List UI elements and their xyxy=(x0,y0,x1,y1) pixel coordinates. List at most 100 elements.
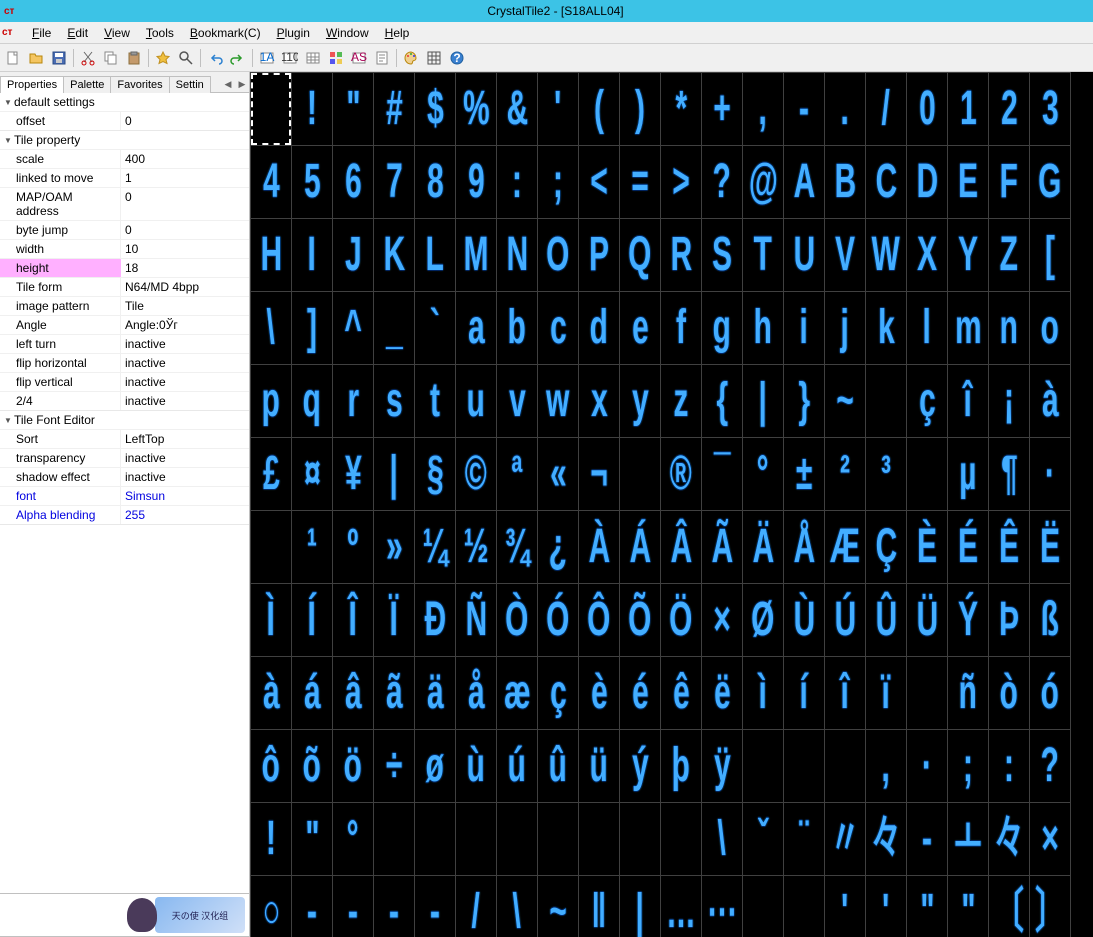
tile-153[interactable]: Ù xyxy=(784,584,824,656)
tile-185[interactable]: ù xyxy=(456,730,496,802)
tile-17[interactable]: 1 xyxy=(948,73,988,145)
tile-43[interactable]: K xyxy=(374,219,414,291)
tile-139[interactable]: Ë xyxy=(1030,511,1070,583)
tile-162[interactable]: â xyxy=(333,657,373,729)
prop-value[interactable]: 18 xyxy=(120,259,249,277)
prop-value[interactable]: 1 xyxy=(120,169,249,187)
tile-26[interactable]: : xyxy=(497,146,537,218)
tile-54[interactable]: V xyxy=(825,219,865,291)
tile-57[interactable]: Y xyxy=(948,219,988,291)
tile-202[interactable]: ° xyxy=(333,803,373,875)
prop-sort[interactable]: SortLeftTop xyxy=(0,429,249,448)
tile-206[interactable] xyxy=(497,803,537,875)
tile-164[interactable]: ä xyxy=(415,657,455,729)
tile-200[interactable]: ! xyxy=(251,803,291,875)
prop-value[interactable]: 255 xyxy=(120,506,249,524)
tile-108[interactable]: ¬ xyxy=(579,438,619,510)
tile-190[interactable]: þ xyxy=(661,730,701,802)
tile-125[interactable]: ½ xyxy=(456,511,496,583)
prop-value[interactable]: LeftTop xyxy=(120,430,249,448)
tile-52[interactable]: T xyxy=(743,219,783,291)
tile-229[interactable]: | xyxy=(620,876,660,937)
tile-166[interactable]: æ xyxy=(497,657,537,729)
tile-146[interactable]: Ò xyxy=(497,584,537,656)
cut-icon[interactable] xyxy=(77,47,99,69)
tile-70[interactable]: f xyxy=(661,292,701,364)
tile-107[interactable]: « xyxy=(538,438,578,510)
tile-5[interactable]: % xyxy=(456,73,496,145)
prop-offset[interactable]: offset0 xyxy=(0,111,249,130)
menu-window[interactable]: Window xyxy=(318,24,377,42)
menu-help[interactable]: Help xyxy=(377,24,418,42)
tile-172[interactable]: ì xyxy=(743,657,783,729)
tile-197[interactable]: ; xyxy=(948,730,988,802)
tile-128[interactable]: À xyxy=(579,511,619,583)
tile-72[interactable]: h xyxy=(743,292,783,364)
tile-160[interactable]: à xyxy=(251,657,291,729)
tile-116[interactable] xyxy=(907,438,947,510)
tile-218[interactable]: 々 xyxy=(989,803,1029,875)
tile-188[interactable]: ü xyxy=(579,730,619,802)
prop-value[interactable]: inactive xyxy=(120,392,249,410)
tile-11[interactable]: + xyxy=(702,73,742,145)
tile-77[interactable]: m xyxy=(948,292,988,364)
tile-45[interactable]: M xyxy=(456,219,496,291)
tile-126[interactable]: ¾ xyxy=(497,511,537,583)
prop-value[interactable]: inactive xyxy=(120,335,249,353)
prop-value[interactable]: Tile xyxy=(120,297,249,315)
tile-220[interactable]: ○ xyxy=(251,876,291,937)
prop-width[interactable]: width10 xyxy=(0,239,249,258)
tile-148[interactable]: Ô xyxy=(579,584,619,656)
tile-179[interactable]: ó xyxy=(1030,657,1070,729)
tile-156[interactable]: Ü xyxy=(907,584,947,656)
tile-100[interactable]: £ xyxy=(251,438,291,510)
save-icon[interactable] xyxy=(48,47,70,69)
tile-69[interactable]: e xyxy=(620,292,660,364)
tile-236[interactable]: " xyxy=(907,876,947,937)
prop-linked-to-move[interactable]: linked to move1 xyxy=(0,168,249,187)
tile-136[interactable]: È xyxy=(907,511,947,583)
tile-109[interactable]: ­ xyxy=(620,438,660,510)
tile-131[interactable]: Ã xyxy=(702,511,742,583)
tile-169[interactable]: é xyxy=(620,657,660,729)
prop-font[interactable]: fontSimsun xyxy=(0,486,249,505)
prop-value[interactable]: 0 xyxy=(120,112,249,130)
tile-24[interactable]: 8 xyxy=(415,146,455,218)
tile-151[interactable]: × xyxy=(702,584,742,656)
tile-83[interactable]: s xyxy=(374,365,414,437)
tile-115[interactable]: ³ xyxy=(866,438,906,510)
tile-127[interactable]: ¿ xyxy=(538,511,578,583)
tile-149[interactable]: Õ xyxy=(620,584,660,656)
tile-icon[interactable] xyxy=(325,47,347,69)
tile-76[interactable]: l xyxy=(907,292,947,364)
tile-129[interactable]: Á xyxy=(620,511,660,583)
tile-178[interactable]: ò xyxy=(989,657,1029,729)
tile-67[interactable]: c xyxy=(538,292,578,364)
tile-173[interactable]: í xyxy=(784,657,824,729)
tile-71[interactable]: g xyxy=(702,292,742,364)
tile-237[interactable]: " xyxy=(948,876,988,937)
tile-219[interactable]: × xyxy=(1030,803,1070,875)
tile-158[interactable]: Þ xyxy=(989,584,1029,656)
tab-scroll-right-icon[interactable]: ▶ xyxy=(235,76,249,92)
tile-58[interactable]: Z xyxy=(989,219,1029,291)
tile-78[interactable]: n xyxy=(989,292,1029,364)
tile-37[interactable]: E xyxy=(948,146,988,218)
tile-viewer[interactable]: !"#$%&'()*+,-./0123456789:;<=>?@ABCDEFGH… xyxy=(250,72,1093,937)
tile-213[interactable]: ¨ xyxy=(784,803,824,875)
prop-value[interactable]: 0 xyxy=(120,221,249,239)
tile-137[interactable]: É xyxy=(948,511,988,583)
tile-35[interactable]: C xyxy=(866,146,906,218)
tile-212[interactable]: ˇ xyxy=(743,803,783,875)
tile-96[interactable]: ç xyxy=(907,365,947,437)
tile-198[interactable]: : xyxy=(989,730,1029,802)
tile-64[interactable]: ` xyxy=(415,292,455,364)
tile-21[interactable]: 5 xyxy=(292,146,332,218)
tile-34[interactable]: B xyxy=(825,146,865,218)
tile-154[interactable]: Ú xyxy=(825,584,865,656)
tile-2[interactable]: " xyxy=(333,73,373,145)
redo-icon[interactable] xyxy=(227,47,249,69)
tile-217[interactable]: ㅗ xyxy=(948,803,988,875)
asm-icon[interactable]: AS xyxy=(348,47,370,69)
tile-55[interactable]: W xyxy=(866,219,906,291)
